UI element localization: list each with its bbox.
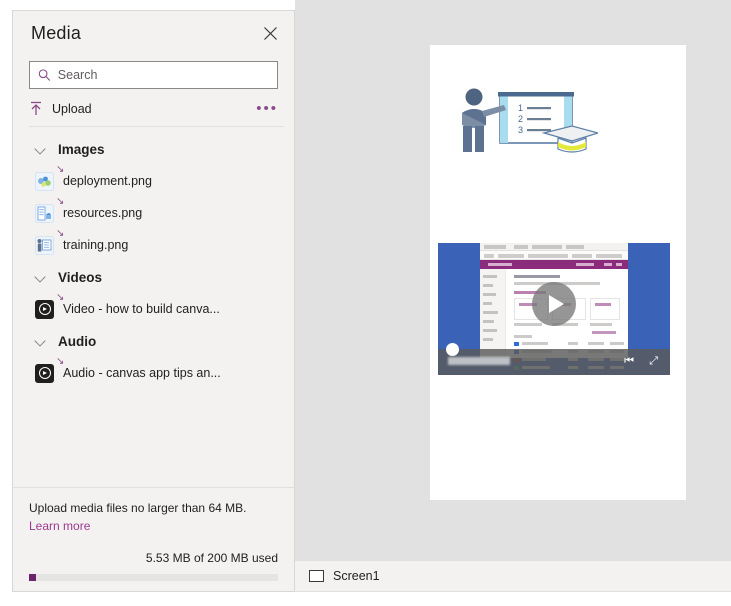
upload-row[interactable]: Upload ••• (29, 93, 284, 127)
search-icon (38, 68, 51, 82)
more-options-button[interactable]: ••• (256, 104, 284, 114)
upload-label: Upload (52, 102, 92, 116)
video-play-icon (35, 300, 54, 319)
chevron-down-icon (35, 336, 46, 347)
video-controls[interactable]: ⏮ ⤢ (438, 349, 670, 375)
image-thumbnail-icon (35, 172, 54, 191)
board-number-3: 3 (518, 125, 523, 135)
media-file-list: Images ↘ deployment.png (13, 127, 294, 487)
group-label: Videos (58, 270, 102, 285)
shortcut-arrow-icon: ↘ (56, 229, 64, 239)
play-icon[interactable] (532, 282, 576, 326)
learn-more-link[interactable]: Learn more (29, 519, 90, 533)
list-item[interactable]: ↘ resources.png (13, 197, 294, 229)
list-item[interactable]: ↘ deployment.png (13, 165, 294, 197)
fullscreen-icon[interactable]: ⤢ (649, 356, 658, 367)
search-container (13, 55, 294, 89)
shortcut-arrow-icon: ↘ (56, 293, 64, 303)
file-name: ↘ resources.png (63, 206, 142, 220)
canvas-area: 1 2 3 (295, 0, 731, 560)
screen-tab-bar[interactable]: Screen1 (295, 560, 731, 592)
shortcut-arrow-icon: ↘ (56, 165, 64, 175)
group-label: Images (58, 142, 105, 157)
board-number-1: 1 (518, 103, 523, 113)
chevron-down-icon (35, 272, 46, 283)
panel-title: Media (31, 23, 81, 44)
app-root: 1 2 3 (0, 0, 731, 606)
search-input[interactable] (58, 68, 269, 82)
close-icon[interactable] (256, 19, 284, 47)
upload-limit-note: Upload media files no larger than 64 MB. (29, 500, 278, 517)
group-header-audio[interactable]: Audio (13, 325, 294, 357)
shortcut-arrow-icon: ↘ (56, 197, 64, 207)
video-scrubber-handle[interactable] (446, 343, 459, 356)
storage-usage-label: 5.53 MB of 200 MB used (29, 551, 278, 565)
group-header-images[interactable]: Images (13, 133, 294, 165)
file-name: ↘ training.png (63, 238, 128, 252)
app-screen-canvas[interactable]: 1 2 3 (430, 45, 686, 500)
group-header-videos[interactable]: Videos (13, 261, 294, 293)
rewind-icon[interactable]: ⏮ (624, 356, 634, 367)
chevron-down-icon (35, 144, 46, 155)
file-name: ↘ deployment.png (63, 174, 152, 188)
screen-rect-icon (309, 570, 324, 582)
storage-progress-fill (29, 574, 36, 581)
shortcut-arrow-icon: ↘ (56, 357, 64, 367)
search-box[interactable] (29, 61, 278, 89)
video-timestamp (448, 357, 510, 365)
media-panel: Media Upload (12, 10, 295, 592)
file-name: ↘ Video - how to build canva... (63, 302, 220, 316)
video-preview[interactable]: ⏮ ⤢ (438, 243, 670, 375)
upload-arrow-icon (29, 101, 43, 116)
panel-footer: Upload media files no larger than 64 MB.… (13, 487, 294, 591)
list-item[interactable]: ↘ Video - how to build canva... (13, 293, 294, 325)
list-item[interactable]: ↘ Audio - canvas app tips an... (13, 357, 294, 389)
board-number-2: 2 (518, 114, 523, 124)
panel-header: Media (13, 11, 294, 55)
image-thumbnail-icon (35, 204, 54, 223)
screen-tab-label: Screen1 (333, 569, 380, 583)
list-item[interactable]: ↘ training.png (13, 229, 294, 261)
image-thumbnail-icon (35, 236, 54, 255)
file-name: ↘ Audio - canvas app tips an... (63, 366, 221, 380)
group-label: Audio (58, 334, 96, 349)
storage-progress-bar (29, 574, 278, 581)
training-illustration[interactable]: 1 2 3 (448, 83, 598, 175)
audio-play-icon (35, 364, 54, 383)
